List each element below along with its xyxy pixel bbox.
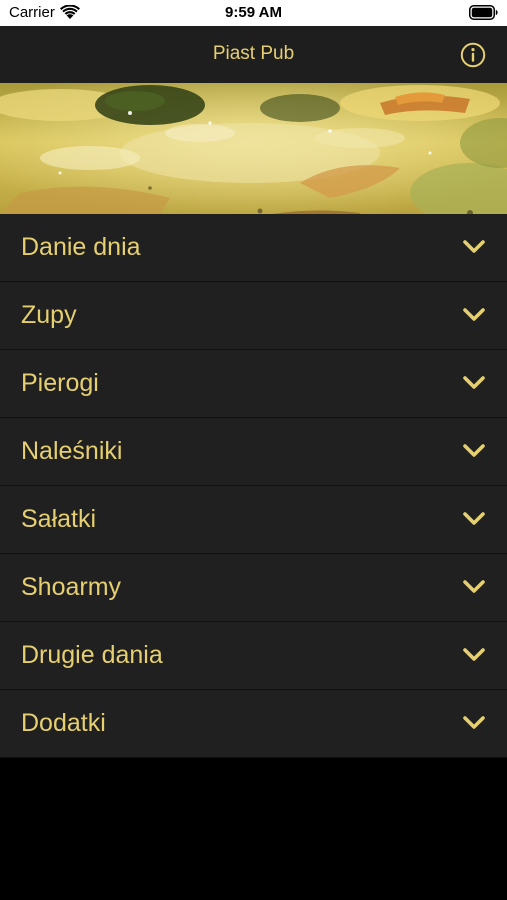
chevron-down-icon bbox=[463, 648, 485, 661]
navigation-bar: Piast Pub bbox=[0, 26, 507, 83]
chevron-down-icon bbox=[463, 512, 485, 525]
menu-row-label: Dodatki bbox=[21, 709, 106, 737]
chevron-down-icon bbox=[463, 376, 485, 389]
menu-row-label: Shoarmy bbox=[21, 573, 122, 601]
menu-row-zupy[interactable]: Zupy bbox=[0, 282, 507, 350]
menu-row-drugie-dania[interactable]: Drugie dania bbox=[0, 622, 507, 690]
chevron-down-icon bbox=[463, 444, 485, 457]
menu-row-shoarmy[interactable]: Shoarmy bbox=[0, 554, 507, 622]
chevron-down-icon bbox=[463, 716, 485, 729]
menu-row-danie-dnia[interactable]: Danie dnia bbox=[0, 214, 507, 282]
chevron-down-icon bbox=[463, 580, 485, 593]
menu-row-dodatki[interactable]: Dodatki bbox=[0, 690, 507, 758]
hero-food-image bbox=[0, 83, 507, 214]
menu-row-nalesniki[interactable]: Naleśniki bbox=[0, 418, 507, 486]
food-photo bbox=[0, 83, 507, 214]
menu-row-label: Drugie dania bbox=[21, 641, 163, 669]
status-bar: Carrier 9:59 AM bbox=[0, 0, 507, 26]
menu-category-list: Danie dnia Zupy Pierogi Naleśniki Sałatk… bbox=[0, 214, 507, 758]
chevron-down-icon bbox=[463, 240, 485, 253]
battery-icon bbox=[469, 5, 498, 20]
info-circle-icon bbox=[460, 42, 486, 68]
menu-row-label: Sałatki bbox=[21, 505, 97, 533]
nav-title: Piast Pub bbox=[212, 43, 295, 64]
menu-row-label: Pierogi bbox=[21, 369, 99, 397]
menu-row-label: Naleśniki bbox=[21, 437, 123, 465]
chevron-down-icon bbox=[463, 308, 485, 321]
status-time: 9:59 AM bbox=[225, 4, 282, 21]
menu-row-pierogi[interactable]: Pierogi bbox=[0, 350, 507, 418]
menu-row-label: Zupy bbox=[21, 301, 77, 329]
info-button[interactable] bbox=[460, 42, 486, 68]
menu-row-salatki[interactable]: Sałatki bbox=[0, 486, 507, 554]
menu-row-label: Danie dnia bbox=[21, 233, 141, 261]
